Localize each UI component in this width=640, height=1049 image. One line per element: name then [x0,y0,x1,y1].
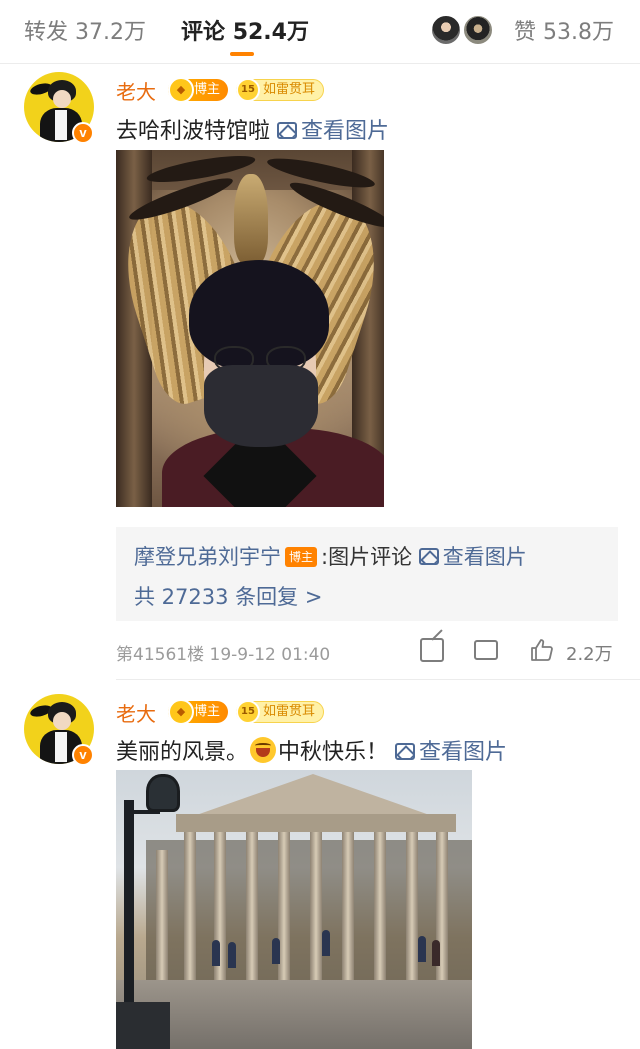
tab-repost[interactable]: 转发 37.2万 [24,14,146,46]
tab-comments[interactable]: 评论 52.4万 [181,14,309,46]
comment-body: 美丽的风景。 [116,740,249,765]
tab-repost-count: 37.2万 [75,20,147,45]
reply-line: 摩登兄弟刘宇宁 博主:图片评论 查看图片 [134,541,527,571]
view-image-link[interactable]: 查看图片 [395,740,507,765]
comment-text: 美丽的风景。 中秋快乐！ 查看图片 [116,734,507,766]
comment-text: 去哈利波特馆啦 查看图片 [116,113,389,145]
reply-username[interactable]: 摩登兄弟刘宇宁 [134,545,281,569]
comment-time: 19-9-12 01:40 [209,645,331,665]
reply-host-badge: 博主 [285,547,318,567]
fan-level-text: 如雷贯耳 [263,704,316,719]
verified-badge-icon: v [72,744,94,766]
view-image-label: 查看图片 [419,740,508,765]
comment-divider [116,679,640,680]
host-badge-label: 博主 [194,82,221,97]
fan-level-text: 如雷贯耳 [263,82,316,97]
reply-icon[interactable] [474,634,498,660]
comment-body: 去哈利波特馆啦 [116,119,271,144]
comment-tabs: 转发 37.2万 评论 52.4万 赞 53.8万 [0,0,640,64]
reply-view-image-label: 查看图片 [442,545,527,569]
verified-badge-icon: v [72,122,94,144]
reply-count-link[interactable]: 共 27233 条回复 > [134,581,322,611]
tab-likes-label: 赞 [513,20,536,45]
liker-avatar[interactable] [430,14,462,46]
fan-level-badge: 15 如雷贯耳 [236,700,325,724]
comment-username[interactable]: 老大 [116,698,156,727]
share-icon[interactable] [420,638,444,662]
tab-comments-label: 评论 [181,20,226,45]
comment-meta: 第41561楼 19-9-12 01:40 [116,640,330,665]
image-icon [395,743,416,760]
fan-level-number: 15 [236,78,260,102]
tab-likes[interactable]: 赞 53.8万 [514,14,614,46]
fan-level-number: 15 [236,700,260,724]
reply-preview[interactable]: 摩登兄弟刘宇宁 博主:图片评论 查看图片 共 27233 条回复 > [116,527,618,621]
image-icon [277,122,298,139]
floor-number: 第41561楼 [116,645,205,665]
host-badge-icon: ◆ [168,77,194,103]
tab-repost-label: 转发 [24,20,69,45]
host-badge: ◆ 博主 [168,77,229,103]
laugh-emoji-icon [250,737,277,763]
tab-comments-count: 52.4万 [232,20,309,45]
tab-likes-count: 53.8万 [543,20,614,45]
view-image-label: 查看图片 [301,119,390,144]
host-badge-icon: ◆ [168,699,194,725]
comment-body-after: 中秋快乐！ [278,740,389,765]
view-image-link[interactable]: 查看图片 [277,119,389,144]
fan-level-badge: 15 如雷贯耳 [236,78,325,102]
comment-photo[interactable] [116,770,472,1049]
comment-like-count: 2.2万 [566,644,613,665]
reply-text: :图片评论 [321,545,413,569]
comment-username[interactable]: 老大 [116,76,156,105]
comment-photo[interactable] [116,150,384,507]
host-badge-label: 博主 [194,704,221,719]
thumbs-up-icon[interactable] [530,638,554,662]
liker-avatar[interactable] [462,14,494,46]
reply-view-image-link[interactable]: 查看图片 [418,545,527,569]
active-tab-indicator [230,52,254,56]
host-badge: ◆ 博主 [168,699,229,725]
image-icon [418,548,439,565]
